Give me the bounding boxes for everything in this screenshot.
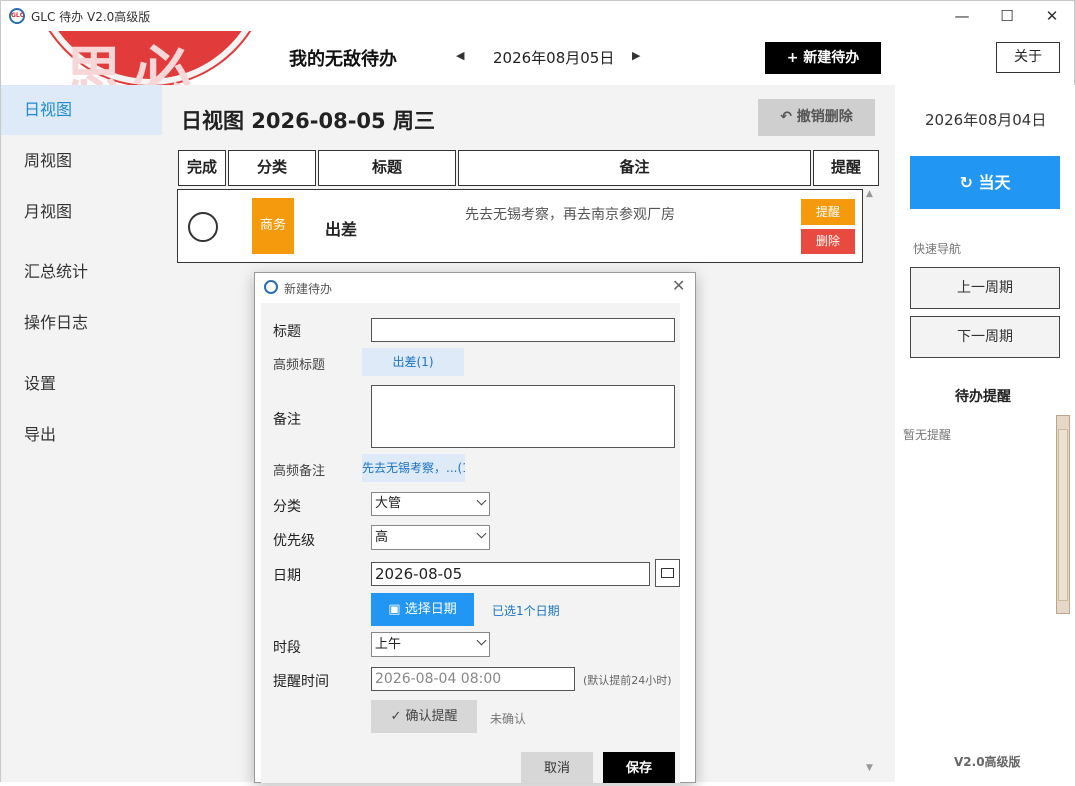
note-label: 备注 [273,412,301,428]
title-bar[interactable]: GLC GLC 待办 V2.0高级版 — ☐ ✕ [1,1,1074,31]
new-todo-button[interactable]: + 新建待办 [765,42,881,74]
calendar-icon [661,568,674,578]
sidebar-item-log[interactable]: 操作日志 [1,298,162,348]
period-value: 上午 [375,637,402,652]
freq-note-label: 高频备注 [273,464,326,479]
next-period-button[interactable]: 下一周期 [910,316,1060,358]
scroll-up-icon[interactable]: ▲ [866,189,873,199]
confirm-remind-button[interactable]: ✓ 确认提醒 [371,700,477,733]
pick-date-label: 选择日期 [404,602,457,617]
sidebar-item-day-view[interactable]: 日视图 [1,85,162,135]
app-icon: GLC [9,8,25,24]
pick-date-button[interactable]: ▣ 选择日期 [371,593,474,626]
freq-title-label: 高频标题 [273,358,326,373]
row-title: 出差 [325,220,358,239]
priority-select[interactable]: 高 [371,525,490,550]
freq-note-chip[interactable]: 先去无锡考察，...(1) [362,454,465,482]
undo-delete-button[interactable]: ↶ 撤销删除 [758,99,875,136]
category-value: 大管 [375,496,402,511]
minimize-button[interactable]: — [939,1,985,31]
calendar-button[interactable] [655,559,680,587]
confirm-status: 未确认 [490,712,527,726]
app-name: 我的无敌待办 [289,49,397,70]
title-label: 标题 [273,324,301,340]
column-header-note[interactable]: 备注 [458,150,811,186]
done-checkbox[interactable] [188,212,218,242]
column-header-category[interactable]: 分类 [228,150,316,186]
app-logo: 思必 [25,31,275,85]
scroll-down-icon[interactable]: ▼ [866,763,873,773]
quick-nav-label: 快速导航 [913,242,962,256]
about-button[interactable]: 关于 [996,42,1060,73]
remind-time-input[interactable]: 2026-08-04 08:00 [371,667,575,691]
note-textarea[interactable] [371,385,675,448]
dialog-close-icon[interactable]: ✕ [672,276,685,295]
sidebar-item-settings[interactable]: 设置 [1,359,162,409]
window-title: GLC 待办 V2.0高级版 [31,10,151,24]
app-window: GLC GLC 待办 V2.0高级版 — ☐ ✕ 思必 我的无敌待办 ◀ 202… [0,0,1075,783]
current-date: 2026年08月05日 [493,49,615,67]
freq-title-chip[interactable]: 出差(1) [362,348,464,376]
reminders-scroll-thumb[interactable] [1058,429,1068,601]
date-label: 日期 [273,568,301,584]
title-input[interactable] [371,318,675,342]
column-header-done[interactable]: 完成 [178,150,226,186]
prev-date-arrow[interactable]: ◀ [456,49,464,62]
remind-button[interactable]: 提醒 [801,199,855,225]
sidebar-item-export[interactable]: 导出 [1,410,162,460]
remind-time-label: 提醒时间 [273,674,329,690]
delete-button[interactable]: 删除 [801,229,855,254]
dialog-app-icon [264,280,278,294]
selected-date: 2026年08月04日 [925,111,1047,129]
maximize-button[interactable]: ☐ [984,1,1030,31]
chevron-down-icon [476,528,487,539]
period-label: 时段 [273,640,301,656]
column-header-title[interactable]: 标题 [318,150,456,186]
row-note: 先去无锡考察，再去南京参观厂房 [465,207,675,223]
close-button[interactable]: ✕ [1029,1,1075,31]
version-label: V2.0高级版 [954,755,1021,769]
today-button[interactable]: ↻ 当天 [910,156,1060,209]
save-button[interactable]: 保存 [603,752,675,783]
no-reminders-text: 暂无提醒 [903,428,952,442]
next-date-arrow[interactable]: ▶ [632,49,640,62]
picked-dates-text: 已选1个日期 [492,604,560,618]
prev-period-button[interactable]: 上一周期 [910,267,1060,309]
sidebar-item-month-view[interactable]: 月视图 [1,187,162,237]
sidebar-item-week-view[interactable]: 周视图 [1,136,162,186]
period-select[interactable]: 上午 [371,632,490,657]
priority-label: 优先级 [273,533,315,549]
chevron-down-icon [476,635,487,646]
date-input[interactable]: 2026-08-05 [371,562,650,586]
priority-value: 高 [375,530,389,545]
page-title: 日视图 2026-08-05 周三 [181,109,435,133]
column-header-remind[interactable]: 提醒 [813,150,879,186]
logo-glyph: 思必 [65,40,202,85]
dialog-title: 新建待办 [284,282,333,296]
cancel-button[interactable]: 取消 [521,752,593,783]
chevron-down-icon [476,495,487,506]
remind-hint: (默认提前24小时) [583,674,672,687]
reminders-title: 待办提醒 [955,389,1011,405]
category-select[interactable]: 大管 [371,492,490,516]
sidebar-item-summary[interactable]: 汇总统计 [1,247,162,297]
category-badge: 商务 [252,198,294,254]
category-label: 分类 [273,499,301,515]
